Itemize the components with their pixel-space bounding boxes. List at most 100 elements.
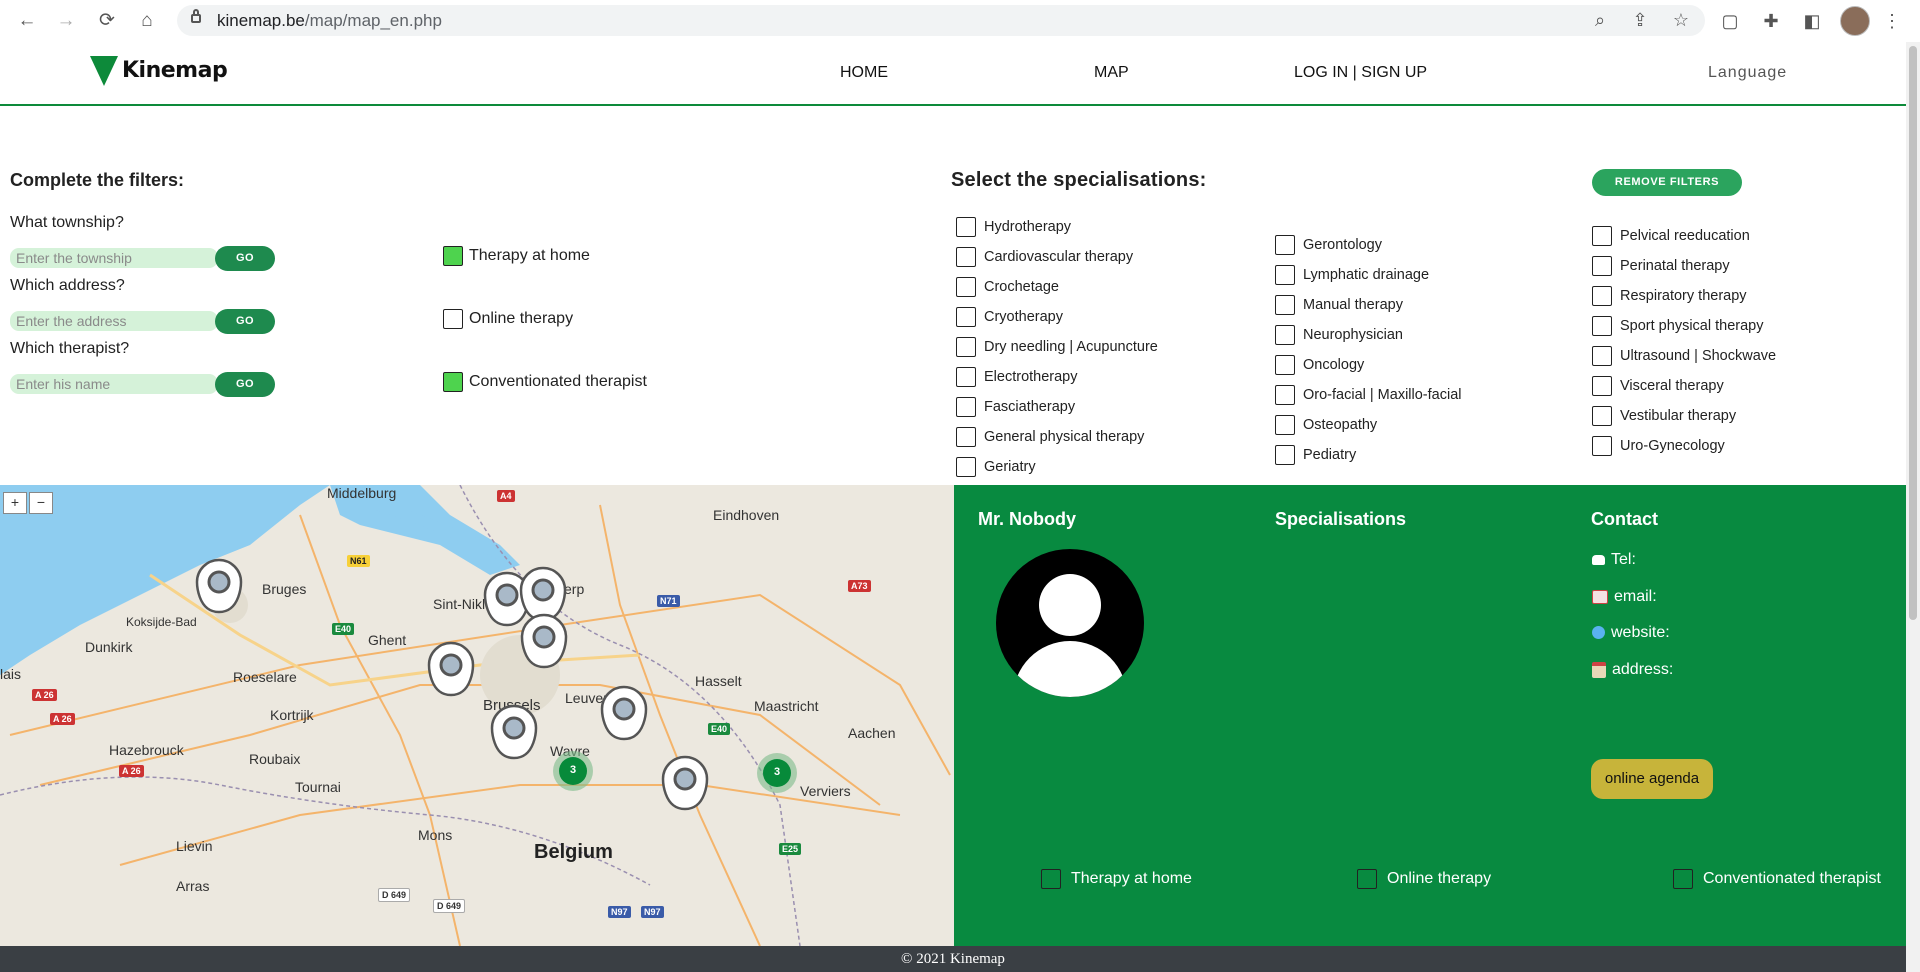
nav-map[interactable]: MAP [1094, 64, 1129, 82]
share-icon[interactable]: ⇪ [1629, 9, 1651, 31]
checkbox[interactable] [443, 372, 463, 392]
address-bar[interactable]: kinemap.be/map/map_en.php ⌕ ⇪ ☆ [177, 5, 1705, 36]
zoom-out-button[interactable]: − [29, 492, 53, 514]
spec-manual-therapy[interactable]: Manual therapy [1275, 290, 1461, 320]
spec-vestibular[interactable]: Vestibular therapy [1592, 401, 1776, 431]
spec-oncology[interactable]: Oncology [1275, 350, 1461, 380]
profile-avatar[interactable] [1840, 6, 1870, 36]
logo-text[interactable]: Kinemap [122, 58, 228, 83]
map-label: Leuven [565, 690, 611, 706]
checkbox[interactable] [1592, 376, 1612, 396]
address-input[interactable] [10, 311, 218, 331]
panel-therapy-at-home: Therapy at home [1041, 869, 1192, 889]
spec-general-physical[interactable]: General physical therapy [956, 422, 1158, 452]
url-text[interactable]: kinemap.be/map/map_en.php [217, 11, 442, 31]
remove-filters-button[interactable]: REMOVE FILTERS [1592, 169, 1742, 196]
address-go-button[interactable]: GO [215, 309, 275, 334]
checkbox[interactable] [956, 307, 976, 327]
nav-home[interactable]: HOME [840, 64, 888, 82]
spec-uro-gynecology[interactable]: Uro-Gynecology [1592, 431, 1776, 461]
checkbox[interactable] [1275, 235, 1295, 255]
map-label: Hazebrouck [109, 742, 184, 758]
checkbox[interactable] [956, 247, 976, 267]
zoom-in-button[interactable]: + [3, 492, 27, 514]
road-shield: N97 [641, 906, 664, 918]
checkbox[interactable] [1275, 445, 1295, 465]
spec-visceral[interactable]: Visceral therapy [1592, 371, 1776, 401]
spec-hydrotherapy[interactable]: Hydrotherapy [956, 212, 1158, 242]
checkbox[interactable] [1592, 256, 1612, 276]
checkbox[interactable] [956, 337, 976, 357]
spec-electrotherapy[interactable]: Electrotherapy [956, 362, 1158, 392]
therapist-input[interactable] [10, 374, 218, 394]
spec-pediatry[interactable]: Pediatry [1275, 440, 1461, 470]
spec-respiratory[interactable]: Respiratory therapy [1592, 281, 1776, 311]
spec-cardiovascular[interactable]: Cardiovascular therapy [956, 242, 1158, 272]
spec-dry-needling[interactable]: Dry needling | Acupuncture [956, 332, 1158, 362]
scroll-thumb[interactable] [1909, 46, 1917, 620]
filter-therapy-at-home[interactable]: Therapy at home [443, 246, 590, 266]
filter-conventionated-therapist[interactable]: Conventionated therapist [443, 372, 647, 392]
checkbox[interactable] [956, 457, 976, 477]
checkbox[interactable] [1592, 406, 1612, 426]
checkbox[interactable] [443, 246, 463, 266]
township-input[interactable] [10, 248, 218, 268]
online-agenda-button[interactable]: online agenda [1591, 759, 1713, 799]
township-go-button[interactable]: GO [215, 246, 275, 271]
checkbox[interactable] [1275, 325, 1295, 345]
specialisations-heading: Specialisations [1275, 509, 1407, 529]
bookmark-star-icon[interactable]: ☆ [1670, 9, 1692, 31]
checkbox[interactable] [1275, 415, 1295, 435]
spec-crochetage[interactable]: Crochetage [956, 272, 1158, 302]
checkbox[interactable] [956, 217, 976, 237]
extension-icon[interactable]: ▢ [1719, 10, 1741, 32]
home-icon[interactable]: ⌂ [135, 9, 159, 33]
checkbox[interactable] [1275, 295, 1295, 315]
checkbox[interactable] [1275, 265, 1295, 285]
back-icon[interactable]: ← [15, 9, 39, 33]
language-selector[interactable]: Language [1708, 64, 1787, 82]
checkbox[interactable] [1275, 385, 1295, 405]
checkbox[interactable] [1275, 355, 1295, 375]
spec-fasciatherapy[interactable]: Fasciatherapy [956, 392, 1158, 422]
checkbox[interactable] [956, 367, 976, 387]
checkbox[interactable] [956, 427, 976, 447]
spec-cryotherapy[interactable]: Cryotherapy [956, 302, 1158, 332]
spec-geriatry[interactable]: Geriatry [956, 452, 1158, 482]
spec-osteopathy[interactable]: Osteopathy [1275, 410, 1461, 440]
address-label: Which address? [10, 277, 125, 294]
cluster-count[interactable]: 3 [770, 766, 784, 778]
checkbox[interactable] [1592, 346, 1612, 366]
checkbox[interactable] [956, 277, 976, 297]
zoom-icon[interactable]: ⌕ [1589, 9, 1611, 31]
spec-neurophysician[interactable]: Neurophysician [1275, 320, 1461, 350]
therapist-go-button[interactable]: GO [215, 372, 275, 397]
menu-dots-icon[interactable]: ⋮ [1881, 10, 1903, 32]
map-view[interactable]: + − Middelburg Eindhoven Bruges Koksijde… [0, 485, 954, 946]
filter-online-therapy[interactable]: Online therapy [443, 309, 573, 329]
spec-sport-physical[interactable]: Sport physical therapy [1592, 311, 1776, 341]
reload-icon[interactable]: ⟳ [95, 9, 119, 33]
checkbox[interactable] [443, 309, 463, 329]
spec-lymphatic-drainage[interactable]: Lymphatic drainage [1275, 260, 1461, 290]
kinemap-logo-icon[interactable] [90, 56, 118, 86]
puzzle-icon[interactable]: ✚ [1760, 10, 1782, 32]
page-scrollbar[interactable] [1906, 42, 1920, 972]
road-shield: A 26 [119, 765, 144, 777]
spec-perinatal[interactable]: Perinatal therapy [1592, 251, 1776, 281]
spec-ultrasound[interactable]: Ultrasound | Shockwave [1592, 341, 1776, 371]
map-label: Hasselt [695, 673, 742, 689]
cluster-count[interactable]: 3 [566, 764, 580, 776]
sidebar-icon[interactable]: ◧ [1801, 10, 1823, 32]
spec-pelvical-reeducation[interactable]: Pelvical reeducation [1592, 221, 1776, 251]
checkbox[interactable] [956, 397, 976, 417]
spec-gerontology[interactable]: Gerontology [1275, 230, 1461, 260]
nav-login-signup[interactable]: LOG IN | SIGN UP [1294, 64, 1427, 82]
checkbox[interactable] [1592, 286, 1612, 306]
checkbox[interactable] [1592, 226, 1612, 246]
checkbox[interactable] [1592, 436, 1612, 456]
forward-icon[interactable]: → [54, 9, 78, 33]
spec-oro-facial[interactable]: Oro-facial | Maxillo-facial [1275, 380, 1461, 410]
site-header: Kinemap HOME MAP LOG IN | SIGN UP Langua… [0, 42, 1906, 106]
checkbox[interactable] [1592, 316, 1612, 336]
